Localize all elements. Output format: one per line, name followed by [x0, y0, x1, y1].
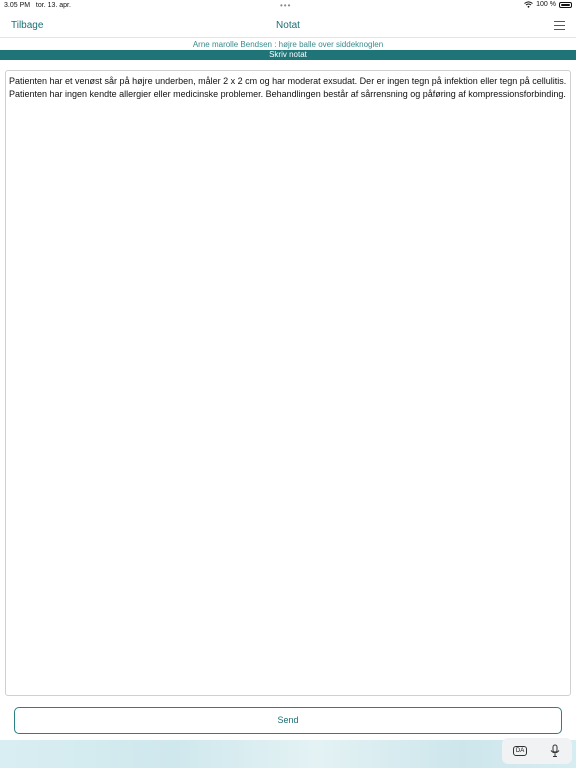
hamburger-menu-icon[interactable]: [554, 21, 565, 30]
navigation-bar: Tilbage Notat: [0, 14, 576, 38]
keyboard-language-icon[interactable]: DA: [512, 746, 528, 756]
status-time: 3.05 PM: [4, 2, 31, 9]
battery-percent: 100 %: [536, 1, 556, 8]
note-textarea[interactable]: Patienten har et venøst sår på højre und…: [5, 70, 571, 696]
status-date: tor. 13. apr.: [35, 2, 71, 9]
patient-wound-header: Arne marolle Bendsen : højre balle over …: [192, 40, 384, 49]
keyboard-background: [0, 740, 576, 768]
keyboard-accessory-bar: DA: [502, 738, 572, 764]
section-title: Skriv notat: [0, 50, 576, 60]
wifi-icon: [524, 1, 533, 8]
battery-icon: [559, 1, 572, 8]
status-indicators: 100 %: [524, 1, 572, 8]
status-time-date: 3.05 PM tor. 13. apr.: [4, 2, 71, 9]
page-title: Notat: [276, 20, 300, 31]
microphone-icon[interactable]: [549, 744, 561, 758]
send-button[interactable]: Send: [14, 707, 562, 734]
multitasking-dots[interactable]: •••: [280, 1, 291, 10]
status-bar: 3.05 PM tor. 13. apr. ••• 100 %: [0, 0, 576, 12]
